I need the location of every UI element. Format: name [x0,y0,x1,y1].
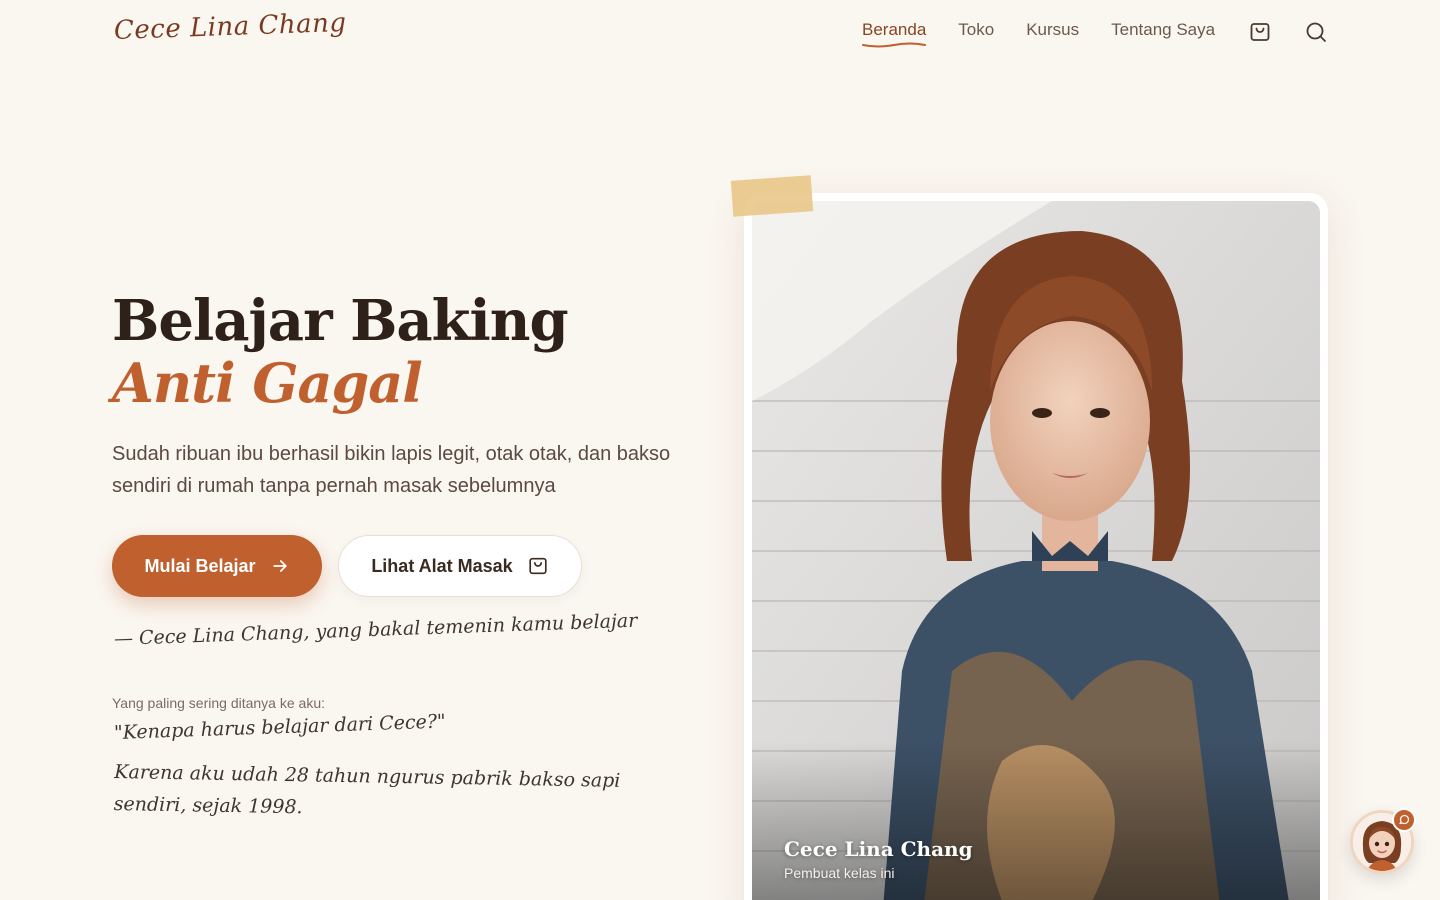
search-button[interactable] [1303,19,1329,45]
portrait-illustration [752,201,1320,900]
tape-decoration [730,175,814,217]
nav-label: Kursus [1026,20,1080,39]
site-logo[interactable]: Cece Lina Chang [113,8,347,46]
faq-label: Yang paling sering ditanya ke aku: [112,695,325,711]
hero-description: Sudah ribuan ibu berhasil bikin lapis le… [112,443,671,497]
nav-item-toko[interactable]: Toko [958,20,994,40]
nav-item-kursus[interactable]: Kursus [1026,20,1079,40]
author-signature: — Cece Lina Chang, yang bakal temenin ka… [113,609,638,650]
main-nav: Beranda Toko Kursus Tentang Saya [862,20,1247,48]
view-tools-button[interactable]: Lihat Alat Masak [338,535,582,597]
active-underline [862,42,926,48]
shopping-bag-icon [529,557,547,575]
start-learning-button[interactable]: Mulai Belajar [112,535,322,597]
instructor-photo: Cece Lina Chang Pembuat kelas ini [752,201,1320,900]
search-icon [1306,22,1326,42]
nav-label: Beranda [862,20,927,39]
hero-accent-title: Anti Gagal [112,351,423,415]
chat-badge[interactable] [1392,808,1416,832]
button-label: Mulai Belajar [144,555,256,576]
chat-bubble-icon [1399,814,1410,825]
button-label: Lihat Alat Masak [371,555,513,576]
nav-item-beranda[interactable]: Beranda [862,20,927,48]
faq-answer: Karena aku udah 28 tahun ngurus pabrik b… [113,761,621,819]
photo-caption-name: Cece Lina Chang [784,837,973,861]
nav-item-tentang-saya[interactable]: Tentang Saya [1111,20,1215,40]
site-header: Cece Lina Chang Beranda Toko Kursus Tent… [0,0,1440,66]
shopping-bag-icon [1250,23,1270,41]
faq-question: "Kenapa harus belajar dari Cece?" [113,710,447,744]
nav-label: Toko [958,20,995,39]
instructor-photo-card: Cece Lina Chang Pembuat kelas ini [744,193,1328,900]
cart-button[interactable] [1247,19,1273,45]
nav-label: Tentang Saya [1111,20,1216,39]
photo-caption-role: Pembuat kelas ini [784,865,895,881]
hero-title: Belajar Baking [112,288,569,354]
arrow-right-icon [272,560,287,572]
